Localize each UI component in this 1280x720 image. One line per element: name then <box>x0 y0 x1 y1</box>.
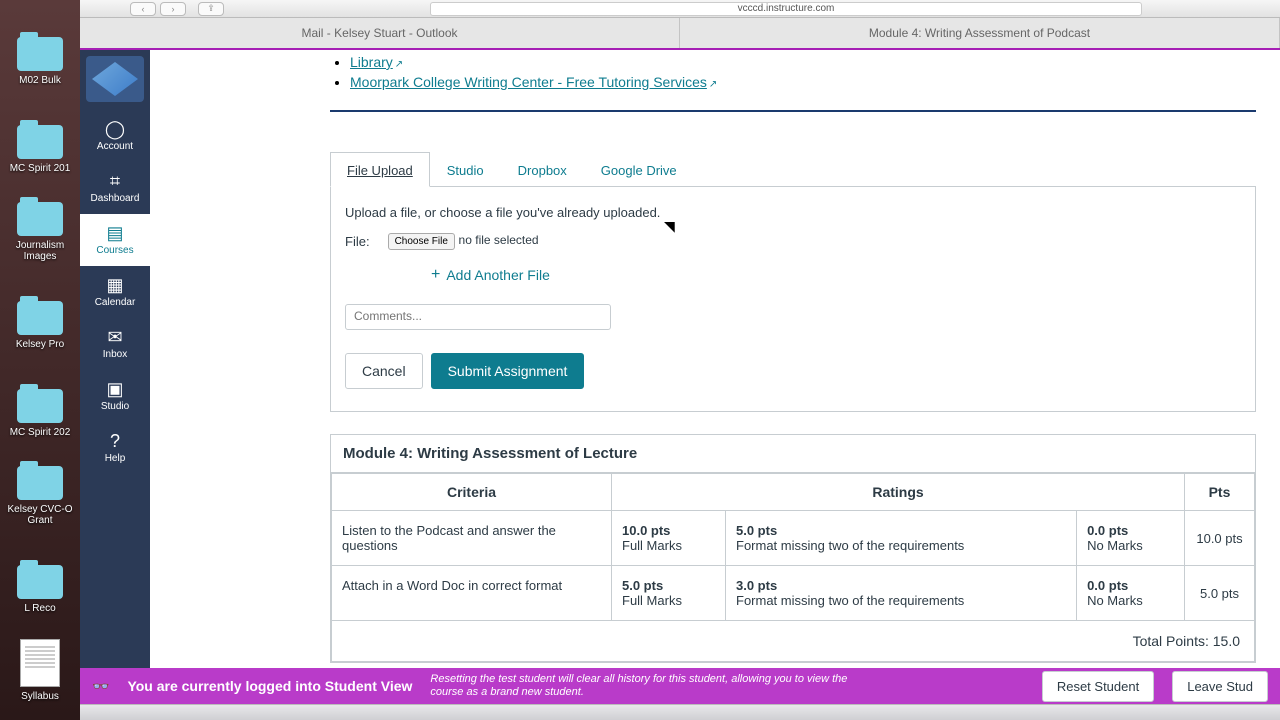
desktop-folder[interactable]: Kelsey CVC-O Grant <box>0 440 80 528</box>
macos-dock[interactable] <box>80 704 1280 720</box>
criteria-cell: Listen to the Podcast and answer the que… <box>332 511 612 566</box>
external-link-icon: ↗ <box>709 79 717 90</box>
tab-dropbox[interactable]: Dropbox <box>501 152 584 187</box>
writing-center-link[interactable]: Moorpark College Writing Center - Free T… <box>350 74 707 90</box>
desktop-folder[interactable]: MC Spirit 201 <box>0 88 80 176</box>
browser-toolbar: ‹ › ⇪ vcccd.instructure.com <box>0 0 1280 18</box>
nav-courses[interactable]: ▤ Courses <box>80 214 150 266</box>
header-criteria: Criteria <box>332 474 612 511</box>
student-view-bar: 👓 You are currently logged into Student … <box>80 668 1280 704</box>
browser-tabs: Mail - Kelsey Stuart - Outlook Module 4:… <box>80 18 1280 50</box>
divider <box>330 110 1256 112</box>
inbox-icon: ✉ <box>107 328 122 346</box>
book-icon: ▤ <box>106 224 123 242</box>
submit-assignment-button[interactable]: Submit Assignment <box>431 353 585 389</box>
add-another-file[interactable]: + Add Another File <box>431 266 1241 284</box>
dashboard-icon: ⌗ <box>110 172 120 190</box>
comments-input[interactable] <box>345 304 611 330</box>
desktop-background: M02 Bulk MC Spirit 201 Journalism Images… <box>0 0 80 720</box>
criteria-cell: Attach in a Word Doc in correct format <box>332 566 612 621</box>
library-link[interactable]: Library <box>350 54 393 70</box>
canvas-global-nav: ◯ Account ⌗ Dashboard ▤ Courses ▦ Calendar ✉… <box>80 50 150 668</box>
tab-google-drive[interactable]: Google Drive <box>584 152 694 187</box>
choose-file-button[interactable]: Choose File <box>388 233 455 250</box>
desktop-folder[interactable]: Journalism Images <box>0 176 80 264</box>
calendar-icon: ▦ <box>106 276 123 294</box>
folder-label: Kelsey CVC-O Grant <box>2 504 78 526</box>
assignment-page: Library↗ Moorpark College Writing Center… <box>150 50 1280 668</box>
browser-tab[interactable]: Mail - Kelsey Stuart - Outlook <box>80 18 680 48</box>
nav-inbox[interactable]: ✉ Inbox <box>80 318 150 370</box>
tab-file-upload[interactable]: File Upload <box>330 152 430 187</box>
total-points: Total Points: 15.0 <box>332 621 1255 662</box>
forward-button[interactable]: › <box>160 2 186 16</box>
glasses-icon: 👓 <box>92 678 109 695</box>
rubric-row: Listen to the Podcast and answer the que… <box>332 511 1255 566</box>
row-points: 10.0 pts <box>1185 511 1255 566</box>
header-ratings: Ratings <box>612 474 1185 511</box>
url-bar[interactable]: vcccd.instructure.com <box>430 2 1142 16</box>
add-another-label: Add Another File <box>446 267 550 283</box>
folder-label: MC Spirit 201 <box>10 163 71 174</box>
nav-label: Inbox <box>103 349 127 360</box>
desktop-folder[interactable]: L Reco <box>0 528 80 616</box>
file-label: File: <box>345 234 370 249</box>
cancel-button[interactable]: Cancel <box>345 353 423 389</box>
rating-cell: 5.0 ptsFormat missing two of the require… <box>726 511 1077 566</box>
no-file-text: no file selected <box>459 233 539 247</box>
resource-links: Library↗ Moorpark College Writing Center… <box>330 54 1256 92</box>
help-icon: ? <box>110 432 120 450</box>
file-label: Syllabus <box>21 691 59 702</box>
share-button[interactable]: ⇪ <box>198 2 224 16</box>
desktop-folder[interactable]: Kelsey Pro <box>0 264 80 352</box>
nav-label: Account <box>97 141 133 152</box>
nav-label: Dashboard <box>91 193 140 204</box>
rating-cell: 10.0 ptsFull Marks <box>612 511 726 566</box>
rating-cell: 3.0 ptsFormat missing two of the require… <box>726 566 1077 621</box>
browser-tab[interactable]: Module 4: Writing Assessment of Podcast <box>680 18 1280 48</box>
upload-instruction: Upload a file, or choose a file you've a… <box>345 205 1241 220</box>
user-icon: ◯ <box>105 120 125 138</box>
institution-logo[interactable] <box>86 56 144 102</box>
studio-icon: ▣ <box>106 380 123 398</box>
student-view-description: Resetting the test student will clear al… <box>430 673 850 699</box>
submission-type-tabs: File Upload Studio Dropbox Google Drive <box>330 152 1256 187</box>
tab-studio[interactable]: Studio <box>430 152 501 187</box>
folder-label: Kelsey Pro <box>16 339 64 350</box>
rating-cell: 0.0 ptsNo Marks <box>1077 511 1185 566</box>
folder-label: M02 Bulk <box>19 75 61 86</box>
nav-label: Help <box>105 453 126 464</box>
folder-label: L Reco <box>24 603 55 614</box>
rating-cell: 5.0 ptsFull Marks <box>612 566 726 621</box>
plus-icon: + <box>431 266 440 284</box>
nav-label: Courses <box>96 245 133 256</box>
desktop-file[interactable]: Syllabus <box>0 616 80 704</box>
nav-label: Studio <box>101 401 129 412</box>
rubric: Module 4: Writing Assessment of Lecture … <box>330 434 1256 663</box>
row-points: 5.0 pts <box>1185 566 1255 621</box>
nav-calendar[interactable]: ▦ Calendar <box>80 266 150 318</box>
desktop-folder[interactable]: MC Spirit 202 <box>0 352 80 440</box>
leave-student-view-button[interactable]: Leave Stud <box>1172 671 1268 702</box>
rubric-total-row: Total Points: 15.0 <box>332 621 1255 662</box>
rating-cell: 0.0 ptsNo Marks <box>1077 566 1185 621</box>
reset-student-button[interactable]: Reset Student <box>1042 671 1154 702</box>
file-upload-panel: Upload a file, or choose a file you've a… <box>330 187 1256 412</box>
header-pts: Pts <box>1185 474 1255 511</box>
folder-label: MC Spirit 202 <box>10 427 71 438</box>
back-button[interactable]: ‹ <box>130 2 156 16</box>
folder-label: Journalism Images <box>2 240 78 262</box>
rubric-row: Attach in a Word Doc in correct format 5… <box>332 566 1255 621</box>
desktop-folder[interactable]: M02 Bulk <box>0 0 80 88</box>
nav-label: Calendar <box>95 297 136 308</box>
external-link-icon: ↗ <box>395 59 403 70</box>
rubric-title: Module 4: Writing Assessment of Lecture <box>331 435 1255 473</box>
nav-studio[interactable]: ▣ Studio <box>80 370 150 422</box>
student-view-message: You are currently logged into Student Vi… <box>127 678 412 694</box>
nav-account[interactable]: ◯ Account <box>80 110 150 162</box>
nav-help[interactable]: ? Help <box>80 422 150 474</box>
nav-dashboard[interactable]: ⌗ Dashboard <box>80 162 150 214</box>
